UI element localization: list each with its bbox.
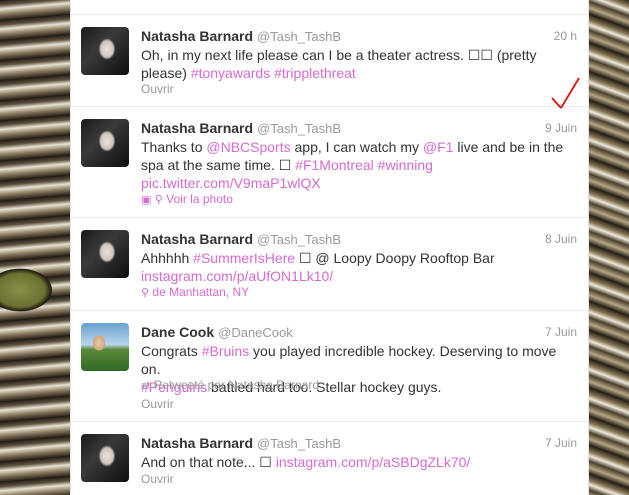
tweet-handle[interactable]: @DaneCook: [218, 325, 293, 340]
hashtag-link[interactable]: #SummerIsHere: [193, 250, 295, 266]
tweet-text: Thanks to @NBCSports app, I can watch my…: [141, 139, 564, 191]
tweet-item[interactable]: Natasha Barnard @Tash_TashB 9 Juin Thanks…: [71, 107, 588, 218]
tweet-timeline: Natasha Barnard @Tash_TashB 20 h Oh, in m…: [70, 0, 589, 495]
tweet-author[interactable]: Natasha Barnard @Tash_TashB: [141, 231, 341, 247]
tiger-background-right: [589, 0, 629, 495]
tweet-timestamp[interactable]: 7 Juin: [545, 436, 577, 450]
hashtag-link[interactable]: #tripplethreat: [274, 65, 356, 81]
tweet-item[interactable]: Dane Cook @DaneCook 7 Juin Congrats #Brui…: [71, 311, 588, 422]
tweet-handle[interactable]: @Tash_TashB: [257, 232, 341, 247]
tweet-item[interactable]: Natasha Barnard @Tash_TashB 7 Juin And on…: [71, 422, 588, 495]
tweet-item[interactable]: Natasha Barnard @Tash_TashB 8 Juin Ahhhhh…: [71, 218, 588, 311]
open-tweet-link[interactable]: Ouvrir: [141, 472, 174, 486]
avatar[interactable]: [81, 434, 129, 482]
arrow-stroke: [560, 77, 580, 109]
avatar[interactable]: [81, 119, 129, 167]
tweet-handle[interactable]: @Tash_TashB: [257, 436, 341, 451]
tweet-handle[interactable]: @Tash_TashB: [257, 121, 341, 136]
location-pin-icon: ⚲: [154, 193, 163, 206]
retweet-icon: ⇄: [141, 379, 151, 392]
tweet-author[interactable]: Natasha Barnard @Tash_TashB: [141, 435, 341, 451]
mention-link[interactable]: @F1: [423, 139, 454, 155]
open-tweet-link[interactable]: Ouvrir: [141, 82, 174, 96]
view-photo-link[interactable]: ▣ ⚲ Voir la photo: [141, 192, 233, 206]
open-tweet-link[interactable]: Ouvrir: [141, 397, 174, 411]
location-pin-icon: ⚲: [141, 286, 150, 299]
arrow-head: [551, 97, 562, 109]
avatar[interactable]: [81, 323, 129, 371]
photo-icon: ▣: [141, 193, 152, 206]
instagram-url-link[interactable]: instagram.com/p/aUfON1Lk10/: [141, 268, 333, 284]
avatar[interactable]: [81, 230, 129, 278]
tweet-author[interactable]: Natasha Barnard @Tash_TashB: [141, 28, 341, 44]
tweet-text: Oh, in my next life please can I be a th…: [141, 47, 537, 81]
mention-link[interactable]: @NBCSports: [206, 139, 290, 155]
tweet-author[interactable]: Dane Cook @DaneCook: [141, 324, 293, 340]
photo-url-link[interactable]: pic.twitter.com/V9maP1wlQX: [141, 175, 321, 191]
avatar[interactable]: [81, 27, 129, 75]
tweet-timestamp[interactable]: 20 h: [554, 29, 577, 43]
hashtag-link[interactable]: #winning: [378, 157, 433, 173]
tiger-background-left: [0, 0, 70, 495]
tweet-handle[interactable]: @Tash_TashB: [257, 29, 341, 44]
tweet-author[interactable]: Natasha Barnard @Tash_TashB: [141, 120, 341, 136]
hashtag-link[interactable]: #F1Montreal: [295, 157, 374, 173]
hashtag-link[interactable]: #Bruins: [202, 343, 249, 359]
location-link[interactable]: ⚲ de Manhattan, NY: [141, 285, 249, 299]
tweet-text: And on that note... ☐ instagram.com/p/aS…: [141, 454, 471, 470]
instagram-url-link[interactable]: instagram.com/p/aSBDgZLk70/: [276, 454, 471, 470]
tweet-text: Ahhhhh #SummerIsHere ☐ @ Loopy Doopy Roo…: [141, 250, 495, 284]
tweet-item[interactable]: Natasha Barnard @Tash_TashB 20 h Oh, in m…: [71, 15, 588, 107]
tweet-timestamp[interactable]: 7 Juin: [545, 325, 577, 339]
red-arrow-annotation: [551, 77, 580, 109]
tweet-timestamp[interactable]: 8 Juin: [545, 232, 577, 246]
retweeted-by-label: ⇄ Retweeté par Natasha Barnard: [141, 378, 319, 392]
tweet-timestamp[interactable]: 9 Juin: [545, 121, 577, 135]
hashtag-link[interactable]: #tonyawards: [191, 65, 270, 81]
